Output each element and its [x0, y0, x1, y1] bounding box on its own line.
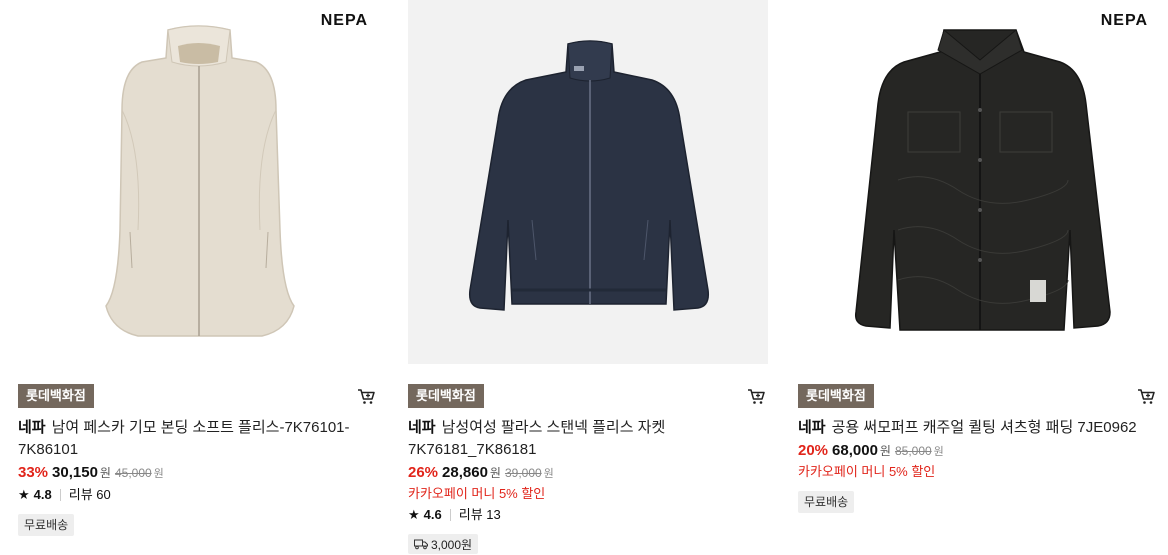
product-name: 남여 페스카 기모 본딩 소프트 플리스-7K76101-7K86101 — [18, 419, 350, 458]
price-row: 20% 68,000 원 85,000 원 — [798, 440, 1158, 462]
truck-icon — [414, 539, 428, 549]
jacket-image — [468, 40, 710, 311]
currency-unit: 원 — [933, 446, 944, 458]
divider — [449, 509, 451, 521]
product-image[interactable]: NEPA — [18, 0, 378, 364]
vest-image — [105, 25, 295, 337]
discount-rate: 33% — [18, 464, 49, 481]
star-icon: ★ — [408, 507, 420, 522]
original-price: 39,000 — [504, 466, 542, 480]
review-count: 리뷰 60 — [68, 487, 111, 502]
product-title[interactable]: 네파 남성여성 팔라스 스탠넥 플리스 자켓 7K76181_7K86181 — [408, 417, 768, 461]
product-card[interactable]: NEPA 롯데백화점 네파 공용 써모퍼프 캐주얼 퀼팅 셔츠형 패딩 7JE09… — [798, 0, 1158, 513]
product-name: 공용 써모퍼프 캐주얼 퀼팅 셔츠형 패딩 7JE0962 — [831, 419, 1137, 436]
brand-logo: NEPA — [1100, 12, 1148, 29]
rating-score: 4.6 — [423, 507, 442, 522]
shipping-fee-tag: 3,000원 — [408, 534, 479, 554]
rating-score: 4.8 — [33, 487, 52, 502]
product-title[interactable]: 네파 남여 페스카 기모 본딩 소프트 플리스-7K76101-7K86101 — [18, 417, 378, 461]
promo-text: 카카오페이 머니 5% 할인 — [798, 464, 936, 479]
product-image[interactable] — [408, 0, 768, 364]
product-brand: 네파 — [798, 419, 826, 436]
free-shipping-tag: 무료배송 — [798, 491, 855, 513]
product-title[interactable]: 네파 공용 써모퍼프 캐주얼 퀼팅 셔츠형 패딩 7JE0962 — [798, 417, 1158, 439]
cart-icon[interactable] — [746, 386, 766, 406]
shipping-fee: 3,000원 — [431, 537, 473, 552]
product-brand: 네파 — [18, 419, 46, 436]
discount-rate: 26% — [408, 464, 439, 481]
currency-unit: 원 — [99, 466, 111, 480]
store-badge: 롯데백화점 — [798, 384, 874, 408]
brand-logo: NEPA — [320, 12, 368, 29]
currency-unit: 원 — [153, 468, 164, 480]
star-icon: ★ — [18, 487, 30, 502]
product-card[interactable]: 롯데백화점 네파 남성여성 팔라스 스탠넥 플리스 자켓 7K76181_7K86… — [408, 0, 768, 555]
product-name: 남성여성 팔라스 스탠넥 플리스 자켓 7K76181_7K86181 — [408, 419, 666, 458]
sale-price: 28,860 — [442, 464, 488, 481]
rating-row: ★ 4.8 리뷰 60 — [18, 485, 378, 505]
store-badge: 롯데백화점 — [18, 384, 94, 408]
review-count: 리뷰 13 — [458, 507, 501, 522]
currency-unit: 원 — [543, 468, 554, 480]
currency-unit: 원 — [879, 444, 891, 458]
cart-icon[interactable] — [1136, 386, 1156, 406]
product-card[interactable]: NEPA 롯데백화점 네파 남여 페스카 기모 본딩 소프트 플리스-7K7610… — [18, 0, 378, 536]
sale-price: 30,150 — [52, 464, 98, 481]
price-row: 26% 28,860 원 39,000 원 — [408, 462, 768, 484]
cart-icon[interactable] — [356, 386, 376, 406]
currency-unit: 원 — [489, 466, 501, 480]
free-shipping-tag: 무료배송 — [18, 514, 75, 536]
original-price: 45,000 — [114, 466, 152, 480]
store-badge: 롯데백화점 — [408, 384, 484, 408]
promo-text: 카카오페이 머니 5% 할인 — [408, 486, 546, 501]
rating-row: ★ 4.6 리뷰 13 — [408, 505, 768, 525]
sale-price: 68,000 — [832, 442, 878, 459]
padded-shirt-image — [854, 29, 1111, 331]
divider — [59, 489, 61, 501]
product-image[interactable]: NEPA — [798, 0, 1158, 364]
product-brand: 네파 — [408, 419, 436, 436]
price-row: 33% 30,150 원 45,000 원 — [18, 462, 378, 484]
discount-rate: 20% — [798, 442, 829, 459]
original-price: 85,000 — [894, 444, 932, 458]
